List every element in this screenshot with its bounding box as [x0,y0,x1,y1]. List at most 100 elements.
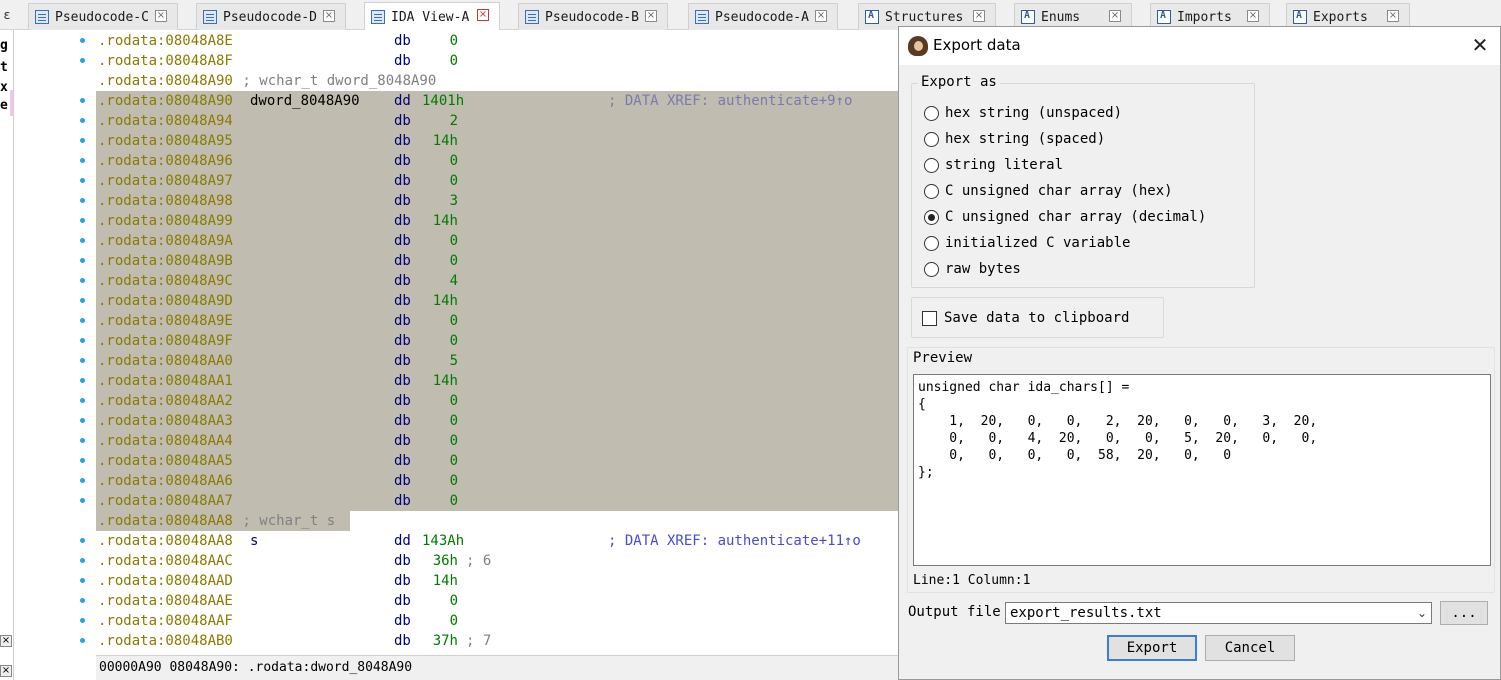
listing-line[interactable]: .rodata:08048A96 db 0 [96,151,900,171]
radio-button[interactable] [924,105,939,121]
listing-line[interactable]: .rodata:08048A9E db 0 [96,311,900,331]
export-option-3[interactable]: C unsigned char array (hex) [924,181,1173,201]
listing-line[interactable]: .rodata:08048AA8 ; wchar_t s [96,511,350,531]
tab-pseudocode-d[interactable]: Pseudocode-D × [196,3,346,30]
listing-line[interactable]: .rodata:08048A9C db 4 [96,271,900,291]
breakpoint-dot[interactable] [80,498,85,503]
clipboard-checkbox[interactable] [922,310,937,326]
breakpoint-dot[interactable] [80,578,85,583]
listing-line[interactable]: .rodata:08048AA8 s dd 143Ah ; DATA XREF: aut… [96,531,900,551]
tab-close-icon[interactable]: × [973,10,985,22]
listing-line[interactable]: .rodata:08048AA0 db 5 [96,351,900,371]
listing-line[interactable]: .rodata:08048A8E db 0 [96,31,900,51]
listing-line[interactable]: .rodata:08048AA6 db 0 [96,471,900,491]
radio-button[interactable] [924,235,939,251]
xref-comment[interactable]: ; DATA XREF: authenticate+9↑o [608,91,852,111]
radio-button[interactable] [924,131,939,147]
breakpoint-dot[interactable] [80,558,85,563]
listing-line[interactable]: .rodata:08048A9F db 0 [96,331,900,351]
tab-close-icon[interactable]: × [815,10,827,22]
tab-close-icon[interactable]: × [1387,10,1399,22]
breakpoint-dot[interactable] [80,118,85,123]
close-icon[interactable]: ✕ [1468,33,1492,57]
breakpoint-dot[interactable] [80,398,85,403]
breakpoint-dot[interactable] [80,478,85,483]
listing-line[interactable]: .rodata:08048A90 ; wchar_t dword_8048A90 [96,71,900,91]
panel-close-icon[interactable]: × [0,665,12,677]
export-option-6[interactable]: raw bytes [924,259,1021,279]
breakpoint-dot[interactable] [80,338,85,343]
export-option-4[interactable]: C unsigned char array (decimal) [924,207,1206,227]
breakpoint-dot[interactable] [80,358,85,363]
listing-line[interactable]: .rodata:08048A98 db 3 [96,191,900,211]
radio-button[interactable] [924,261,939,277]
listing-line[interactable]: .rodata:08048AA5 db 0 [96,451,900,471]
breakpoint-dot[interactable] [80,178,85,183]
export-option-1[interactable]: hex string (spaced) [924,129,1105,149]
output-file-combo[interactable]: export_results.txt ⌄ [1005,602,1432,624]
listing-line[interactable]: .rodata:08048AAD db 14h [96,571,900,591]
tab-close-icon[interactable]: × [477,9,489,21]
dialog-titlebar[interactable]: Export data ✕ [899,27,1500,65]
breakpoint-dot[interactable] [80,278,85,283]
tab-pseudocode-c[interactable]: Pseudocode-C × [28,3,178,30]
listing-line[interactable]: .rodata:08048AA7 db 0 [96,491,900,511]
breakpoint-dot[interactable] [80,198,85,203]
tab-close-icon[interactable]: × [1109,10,1121,22]
tab-pseudocode-a[interactable]: Pseudocode-A × [688,3,838,30]
panel-close-icon[interactable]: × [0,635,12,647]
listing-line[interactable]: .rodata:08048AA2 db 0 [96,391,900,411]
export-option-2[interactable]: string literal [924,155,1063,175]
listing-line[interactable]: .rodata:08048A99 db 14h [96,211,900,231]
breakpoint-dot[interactable] [80,538,85,543]
listing-line[interactable]: .rodata:08048A9B db 0 [96,251,900,271]
export-option-0[interactable]: hex string (unspaced) [924,103,1122,123]
breakpoint-dot[interactable] [80,458,85,463]
breakpoint-dot[interactable] [80,438,85,443]
breakpoint-dot[interactable] [80,138,85,143]
listing-line[interactable]: .rodata:08048A9D db 14h [96,291,900,311]
tab-close-icon[interactable]: × [1247,10,1259,22]
breakpoint-dot[interactable] [80,158,85,163]
breakpoint-dot[interactable] [80,418,85,423]
listing-line[interactable]: .rodata:08048A9A db 0 [96,231,900,251]
listing-line[interactable]: .rodata:08048AA3 db 0 [96,411,900,431]
browse-button[interactable]: ... [1440,601,1488,625]
xref-comment[interactable]: ; DATA XREF: authenticate+11↑o [608,531,861,551]
listing-line[interactable]: .rodata:08048AA1 db 14h [96,371,900,391]
breakpoint-dot[interactable] [80,598,85,603]
radio-button[interactable] [924,209,939,225]
breakpoint-dot[interactable] [80,378,85,383]
breakpoint-dot[interactable] [80,618,85,623]
breakpoint-dot[interactable] [80,638,85,643]
preview-text-area[interactable]: unsigned char ida_chars[] = { 1, 20, 0, 0… [913,374,1491,566]
listing-line[interactable]: .rodata:08048A8F db 0 [96,51,900,71]
chevron-down-icon[interactable]: ⌄ [1417,603,1427,623]
breakpoint-dot[interactable] [80,258,85,263]
breakpoint-dot[interactable] [80,38,85,43]
radio-button[interactable] [924,157,939,173]
cancel-button[interactable]: Cancel [1205,635,1295,661]
disassembly-listing[interactable]: .rodata:08048A8E db 0 .rodata:08048A8F db 0 .r… [96,30,900,655]
breakpoint-dot[interactable] [80,58,85,63]
tab-close-icon[interactable]: × [155,10,167,22]
listing-line[interactable]: .rodata:08048A94 db 2 [96,111,900,131]
tab-ida-view-a[interactable]: IDA View-A × [364,2,500,31]
export-option-5[interactable]: initialized C variable [924,233,1130,253]
listing-line[interactable]: .rodata:08048AA4 db 0 [96,431,900,451]
breakpoint-dot[interactable] [80,218,85,223]
radio-button[interactable] [924,183,939,199]
listing-line[interactable]: .rodata:08048AAC db 36h ; 6 [96,551,900,571]
tab-scroll-left[interactable]: ε [0,4,14,26]
listing-line[interactable]: .rodata:08048AAE db 0 [96,591,900,611]
tab-close-icon[interactable]: × [645,10,657,22]
tab-pseudocode-b[interactable]: Pseudocode-B × [518,3,668,30]
listing-line[interactable]: .rodata:08048A90 dword_8048A90 dd 1401h ; DA… [96,91,900,111]
listing-line[interactable]: .rodata:08048AAF db 0 [96,611,900,631]
breakpoint-dot[interactable] [80,298,85,303]
breakpoint-dot[interactable] [80,238,85,243]
breakpoint-dot[interactable] [80,98,85,103]
listing-line[interactable]: .rodata:08048A97 db 0 [96,171,900,191]
tab-close-icon[interactable]: × [323,10,335,22]
export-button[interactable]: Export [1107,635,1197,661]
